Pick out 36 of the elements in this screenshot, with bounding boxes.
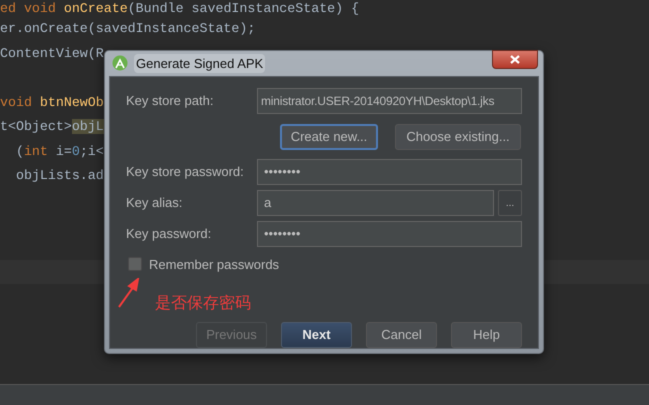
code-text: objL — [72, 119, 104, 134]
input-field[interactable]: •••••••• — [257, 221, 522, 247]
dialog-button[interactable]: Cancel — [366, 322, 437, 348]
dialog-button[interactable]: Choose existing... — [395, 124, 521, 150]
checkbox[interactable] — [128, 257, 142, 272]
browse-button[interactable]: ... — [498, 190, 522, 216]
input-field[interactable]: ministrator.USER-20140920YH\Desktop\1.jks — [257, 88, 522, 114]
field-label: Key password: — [126, 225, 212, 244]
code-text: (Bundle savedInstanceState) { — [128, 1, 360, 16]
checkbox-label[interactable]: Remember passwords — [149, 254, 280, 274]
code-text: ContentView(R — [0, 46, 104, 60]
dialog-button[interactable]: Help — [451, 322, 522, 348]
code-text: ;i< — [80, 144, 104, 158]
field-label: Key alias: — [126, 194, 184, 212]
code-text: er.onCreate(savedInstanceState); — [0, 21, 256, 36]
input-field[interactable]: •••••••• — [257, 159, 522, 185]
arrow-icon — [118, 278, 140, 308]
input-field[interactable]: a — [257, 190, 494, 216]
code-text: btnNewOb — [40, 94, 104, 110]
code-text: 0 — [72, 144, 80, 158]
field-label: Key store password: — [126, 163, 245, 182]
dialog-button[interactable]: Create new... — [280, 124, 378, 150]
code-text: objLists.ad — [14, 168, 104, 183]
code-text: onCreate — [64, 1, 128, 16]
code-text: void — [0, 94, 33, 110]
close-icon — [510, 54, 520, 64]
code-text: ed void — [0, 1, 57, 16]
code-text: i= — [56, 144, 72, 158]
dialog-button[interactable]: Next — [281, 322, 352, 348]
annotation-text: 是否保存密码 — [155, 294, 251, 314]
close-button[interactable] — [492, 50, 538, 69]
code-text: t<Object> — [0, 119, 72, 134]
code-text: int — [24, 144, 49, 158]
window-title: Generate Signed APK — [134, 54, 266, 73]
code-text: ( — [14, 144, 24, 158]
field-label: Key store path: — [126, 92, 214, 110]
